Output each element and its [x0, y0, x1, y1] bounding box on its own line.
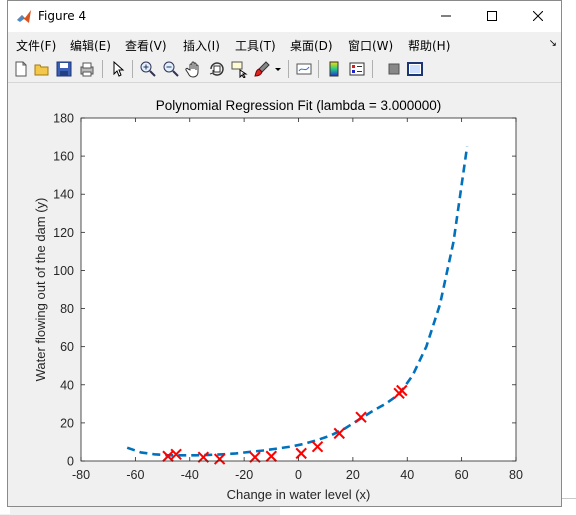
close-button[interactable]	[515, 1, 561, 32]
brush-icon[interactable]	[253, 60, 271, 78]
data-cursor-icon[interactable]	[230, 60, 248, 78]
insert-colorbar-icon[interactable]	[325, 60, 343, 78]
y-tick-label: 160	[53, 150, 74, 164]
menu-tools[interactable]: 工具(T)	[235, 37, 276, 54]
y-tick-label: 0	[67, 455, 74, 469]
x-tick-label: 20	[346, 468, 360, 482]
y-tick-label: 60	[60, 340, 74, 354]
brush-dropdown-icon[interactable]	[274, 60, 282, 78]
axes-background	[81, 118, 516, 461]
menu-view[interactable]: 查看(V)	[125, 37, 167, 54]
figure-window: Figure 4 文件(F) 编辑(E) 查看(V) 插入(I) 工具(T) 桌…	[7, 0, 562, 507]
chart-title: Polynomial Regression Fit (lambda = 3.00…	[156, 98, 442, 113]
y-tick-label: 120	[53, 226, 74, 240]
menu-edit[interactable]: 编辑(E)	[70, 37, 111, 54]
pan-icon[interactable]	[185, 60, 203, 78]
rotate-3d-icon[interactable]	[208, 60, 226, 78]
x-tick-label: 0	[295, 468, 302, 482]
save-icon[interactable]	[55, 60, 73, 78]
toolbar-separator	[372, 60, 373, 78]
hide-plot-tools-icon[interactable]	[385, 60, 403, 78]
figure-toolbar	[8, 56, 561, 83]
print-icon[interactable]	[78, 60, 96, 78]
x-tick-label: -80	[72, 468, 90, 482]
menu-desktop[interactable]: 桌面(D)	[290, 37, 333, 54]
x-tick-label: 40	[400, 468, 414, 482]
zoom-out-icon[interactable]	[162, 60, 180, 78]
menu-help[interactable]: 帮助(H)	[408, 37, 450, 54]
y-axis-label: Water flowing out of the dam (y)	[33, 198, 48, 382]
maximize-icon	[487, 11, 497, 21]
link-plot-icon[interactable]	[295, 60, 313, 78]
toolbar-separator	[132, 60, 133, 78]
menu-window[interactable]: 窗口(W)	[348, 37, 393, 54]
toolbar-separator	[288, 60, 289, 78]
minimize-button[interactable]	[423, 1, 469, 32]
title-bar[interactable]: Figure 4	[8, 1, 561, 32]
window-title: Figure 4	[38, 9, 87, 23]
x-axis-label: Change in water level (x)	[227, 487, 371, 502]
matlab-icon	[17, 10, 31, 23]
menu-insert[interactable]: 插入(I)	[183, 37, 220, 54]
y-tick-label: 40	[60, 378, 74, 392]
y-tick-label: 180	[53, 112, 74, 126]
toolbar-separator	[102, 60, 103, 78]
zoom-in-icon[interactable]	[139, 60, 157, 78]
y-tick-label: 100	[53, 264, 74, 278]
x-tick-label: -60	[126, 468, 144, 482]
y-tick-label: 80	[60, 302, 74, 316]
y-tick-label: 20	[60, 416, 74, 430]
maximize-button[interactable]	[469, 1, 515, 32]
menu-dock-arrow-icon[interactable]: ↘	[549, 38, 557, 49]
close-icon	[532, 10, 544, 22]
plot-svg[interactable]: -80 -60 -40 -20 0 20 40 60 80 0 20 40 60 80 100 120 140 1…	[8, 83, 561, 506]
x-tick-label: 80	[509, 468, 523, 482]
minimize-icon	[441, 15, 451, 17]
figure-canvas[interactable]: -80 -60 -40 -20 0 20 40 60 80 0 20 40 60 80 100 120 140 1…	[8, 83, 561, 506]
new-figure-icon[interactable]	[12, 60, 30, 78]
pointer-icon[interactable]	[109, 60, 127, 78]
toolbar-separator	[318, 60, 319, 78]
menu-file[interactable]: 文件(F)	[16, 37, 56, 54]
x-tick-label: 60	[455, 468, 469, 482]
x-tick-label: -40	[181, 468, 199, 482]
show-plot-tools-icon[interactable]	[406, 60, 424, 78]
menu-bar: 文件(F) 编辑(E) 查看(V) 插入(I) 工具(T) 桌面(D) 窗口(W…	[8, 32, 561, 56]
background-app-right	[561, 0, 576, 514]
open-file-icon[interactable]	[33, 60, 51, 78]
insert-legend-icon[interactable]	[348, 60, 366, 78]
y-tick-label: 140	[53, 188, 74, 202]
x-tick-label: -20	[235, 468, 253, 482]
